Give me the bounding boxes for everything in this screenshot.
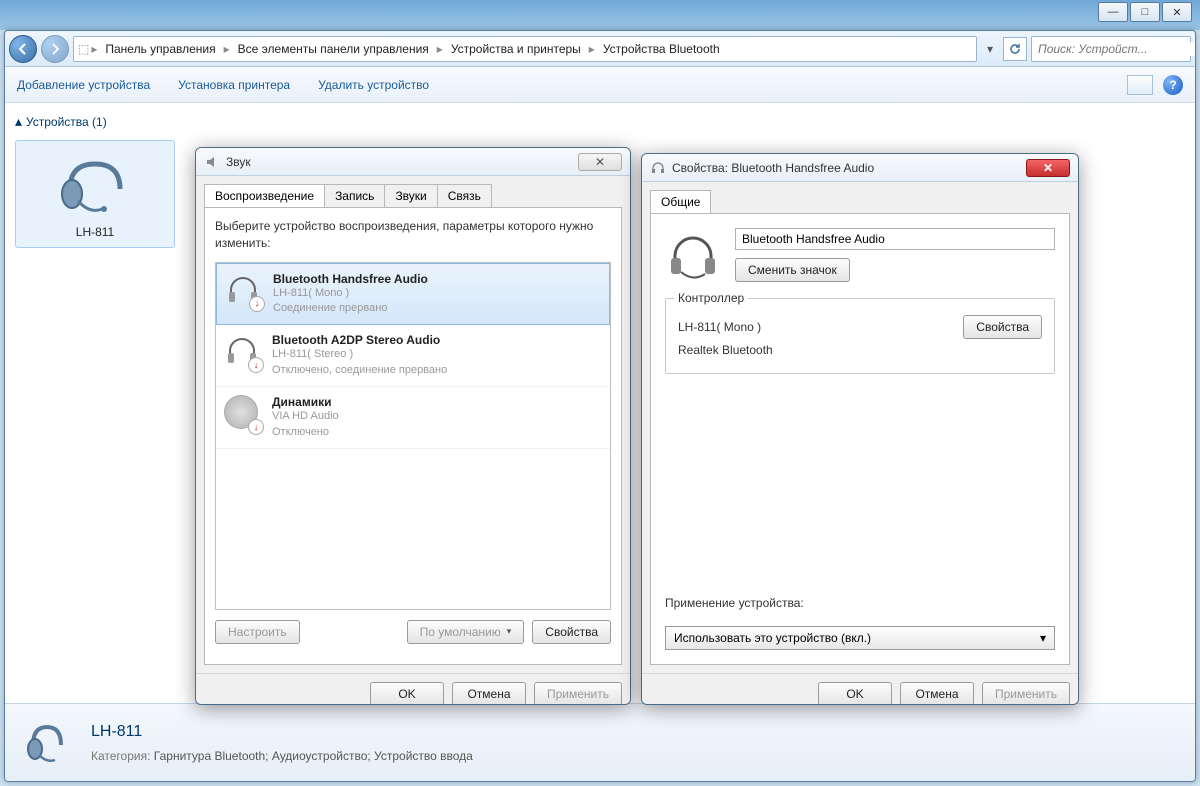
playback-device-status: Отключено	[272, 425, 339, 440]
tab-sounds[interactable]: Звуки	[384, 184, 437, 207]
device-item[interactable]: LH-811	[15, 140, 175, 248]
breadcrumb-item[interactable]: Панель управления	[99, 39, 221, 59]
sound-icon	[204, 154, 220, 170]
apply-button[interactable]: Применить	[534, 682, 622, 705]
device-usage-select[interactable]: Использовать это устройство (вкл.) ▾	[665, 626, 1055, 650]
properties-dialog-title: Свойства: Bluetooth Handsfree Audio	[672, 161, 874, 175]
toolbar-remove-device[interactable]: Удалить устройство	[318, 78, 429, 92]
sound-dialog-titlebar[interactable]: Звук ✕	[196, 148, 630, 176]
devices-panel: ▴ Устройства (1) LH-811	[5, 103, 185, 703]
playback-device-sub: LH-811( Stereo )	[272, 347, 447, 362]
toolbar-add-device[interactable]: Добавление устройства	[17, 78, 150, 92]
playback-device-name: Динамики	[272, 395, 339, 409]
general-tab-content: Сменить значок Контроллер LH-811( Mono )…	[650, 213, 1070, 665]
controller-device-line: LH-811( Mono )	[678, 320, 963, 334]
ok-button[interactable]: OK	[818, 682, 892, 705]
tab-general[interactable]: Общие	[650, 190, 711, 213]
disabled-badge-icon: ↓	[248, 419, 264, 435]
device-name-input[interactable]	[735, 228, 1055, 250]
headphones-icon	[650, 160, 666, 176]
refresh-button[interactable]	[1003, 37, 1027, 61]
playback-device-sub: LH-811( Mono )	[273, 286, 428, 301]
change-icon-button[interactable]: Сменить значок	[735, 258, 850, 282]
playback-device-name: Bluetooth Handsfree Audio	[273, 272, 428, 286]
sound-dialog-close-button[interactable]: ✕	[578, 153, 622, 171]
bluetooth-headset-icon	[50, 149, 140, 219]
controller-legend: Контроллер	[674, 291, 748, 305]
breadcrumb-item[interactable]: Все элементы панели управления	[232, 39, 435, 59]
tab-recording[interactable]: Запись	[324, 184, 385, 207]
toolbar-add-printer[interactable]: Установка принтера	[178, 78, 290, 92]
nav-back-button[interactable]	[9, 35, 37, 63]
playback-device-item[interactable]: ↓ Динамики VIA HD Audio Отключено	[216, 387, 610, 449]
controller-driver-line: Realtek Bluetooth	[678, 343, 1042, 357]
search-input[interactable]	[1038, 42, 1195, 56]
tab-playback[interactable]: Воспроизведение	[204, 184, 325, 207]
search-box[interactable]	[1031, 36, 1191, 62]
address-history-dropdown[interactable]: ▾	[981, 42, 999, 56]
sound-tabs: Воспроизведение Запись Звуки Связь	[204, 184, 622, 207]
controller-properties-button[interactable]: Свойства	[963, 315, 1042, 339]
playback-device-item[interactable]: ↓ Bluetooth Handsfree Audio LH-811( Mono…	[216, 263, 610, 326]
tab-communications[interactable]: Связь	[437, 184, 492, 207]
ok-button[interactable]: OK	[370, 682, 444, 705]
playback-device-list[interactable]: ↓ Bluetooth Handsfree Audio LH-811( Mono…	[215, 262, 611, 610]
disconnected-badge-icon: ↓	[248, 357, 264, 373]
cancel-button[interactable]: Отмена	[452, 682, 526, 705]
search-icon[interactable]	[1195, 40, 1196, 57]
headphones-icon: ↓	[224, 333, 260, 369]
window-maximize-button[interactable]: □	[1130, 2, 1160, 22]
playback-device-name: Bluetooth A2DP Stereo Audio	[272, 333, 447, 347]
properties-dialog: Свойства: Bluetooth Handsfree Audio ✕ Об…	[641, 153, 1079, 705]
devices-group-header[interactable]: ▴ Устройства (1)	[15, 113, 175, 130]
playback-tab-content: Выберите устройство воспроизведения, пар…	[204, 207, 622, 665]
set-default-button[interactable]: По умолчанию	[407, 620, 525, 644]
parent-window-strip: — □ ✕	[0, 0, 1200, 30]
properties-tabs: Общие	[650, 190, 1070, 213]
playback-instruction: Выберите устройство воспроизведения, пар…	[215, 218, 611, 252]
speaker-icon: ↓	[224, 395, 260, 431]
playback-device-status: Соединение прервано	[273, 301, 428, 316]
breadcrumb-root-icon[interactable]: ⬚	[78, 42, 89, 56]
view-options-button[interactable]	[1127, 75, 1153, 95]
address-bar: ⬚ ▸ Панель управления ▸ Все элементы пан…	[5, 31, 1195, 67]
window-close-button[interactable]: ✕	[1162, 2, 1192, 22]
disconnected-badge-icon: ↓	[249, 296, 265, 312]
details-device-icon	[21, 717, 73, 769]
details-category: Категория: Гарнитура Bluetooth; Аудиоуст…	[91, 749, 1179, 763]
playback-device-item[interactable]: ↓ Bluetooth A2DP Stereo Audio LH-811( St…	[216, 325, 610, 387]
headphones-icon: ↓	[225, 272, 261, 308]
nav-forward-button[interactable]	[41, 35, 69, 63]
device-large-icon	[665, 228, 721, 284]
chevron-down-icon: ▾	[1040, 631, 1046, 645]
help-icon[interactable]: ?	[1163, 75, 1183, 95]
cancel-button[interactable]: Отмена	[900, 682, 974, 705]
device-label: LH-811	[24, 225, 166, 239]
properties-dialog-close-button[interactable]: ✕	[1026, 159, 1070, 177]
sound-dialog: Звук ✕ Воспроизведение Запись Звуки Связ…	[195, 147, 631, 705]
breadcrumb-item[interactable]: Устройства Bluetooth	[597, 39, 726, 59]
sound-dialog-title: Звук	[226, 155, 251, 169]
playback-device-status: Отключено, соединение прервано	[272, 363, 447, 378]
command-toolbar: Добавление устройства Установка принтера…	[5, 67, 1195, 103]
properties-dialog-footer: OK Отмена Применить	[642, 673, 1078, 705]
details-pane: LH-811 Категория: Гарнитура Bluetooth; А…	[5, 703, 1195, 781]
device-properties-button[interactable]: Свойства	[532, 620, 611, 644]
sound-dialog-footer: OK Отмена Применить	[196, 673, 630, 705]
playback-device-sub: VIA HD Audio	[272, 409, 339, 424]
properties-dialog-titlebar[interactable]: Свойства: Bluetooth Handsfree Audio ✕	[642, 154, 1078, 182]
breadcrumb-item[interactable]: Устройства и принтеры	[445, 39, 587, 59]
details-title: LH-811	[91, 723, 1179, 741]
controller-fieldset: Контроллер LH-811( Mono ) Свойства Realt…	[665, 298, 1055, 374]
device-usage-label: Применение устройства:	[665, 596, 804, 610]
breadcrumb: ⬚ ▸ Панель управления ▸ Все элементы пан…	[73, 36, 977, 62]
window-minimize-button[interactable]: —	[1098, 2, 1128, 22]
configure-button[interactable]: Настроить	[215, 620, 300, 644]
explorer-window: ⬚ ▸ Панель управления ▸ Все элементы пан…	[4, 30, 1196, 782]
apply-button[interactable]: Применить	[982, 682, 1070, 705]
